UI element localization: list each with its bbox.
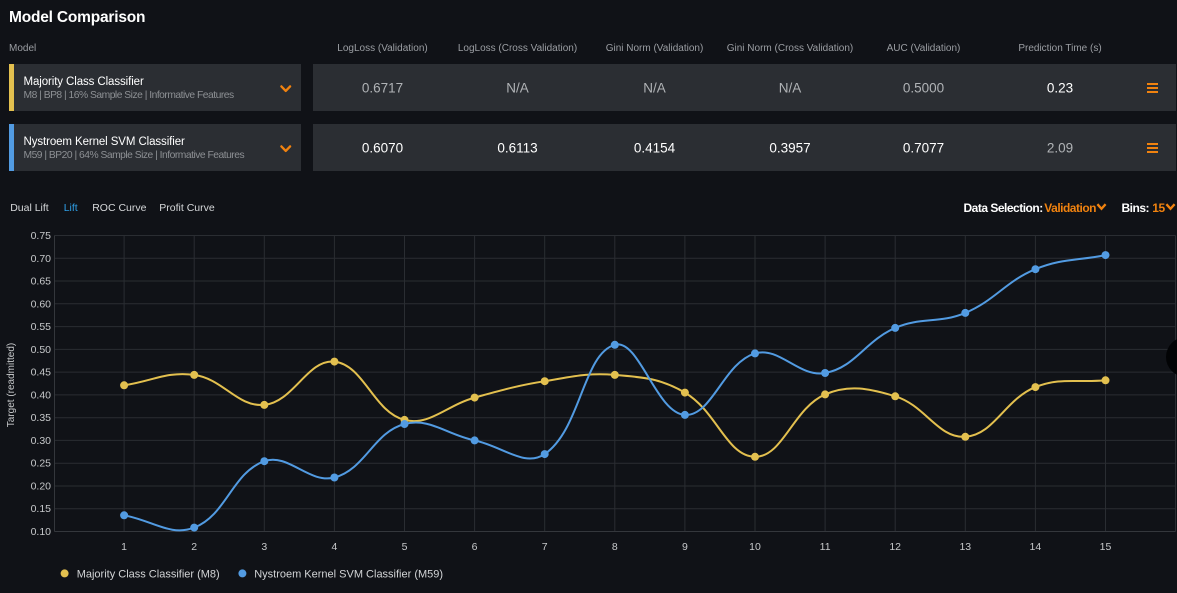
svg-text:4: 4 bbox=[331, 541, 337, 553]
svg-text:3: 3 bbox=[261, 541, 267, 553]
svg-text:0.60: 0.60 bbox=[31, 298, 52, 310]
svg-text:0.75: 0.75 bbox=[31, 230, 52, 242]
svg-text:2: 2 bbox=[191, 541, 197, 553]
svg-text:0.15: 0.15 bbox=[31, 503, 52, 515]
svg-text:0.70: 0.70 bbox=[31, 253, 52, 265]
svg-text:9: 9 bbox=[682, 541, 688, 553]
svg-text:1: 1 bbox=[121, 541, 127, 553]
svg-text:0.45: 0.45 bbox=[31, 367, 52, 379]
svg-text:11: 11 bbox=[820, 541, 831, 553]
svg-text:Nystroem Kernel SVM Classifier: Nystroem Kernel SVM Classifier (M59) bbox=[254, 568, 443, 580]
svg-text:10: 10 bbox=[749, 541, 761, 553]
svg-text:0.65: 0.65 bbox=[31, 276, 52, 288]
svg-text:6: 6 bbox=[472, 541, 478, 553]
svg-text:12: 12 bbox=[889, 541, 901, 553]
svg-text:0.55: 0.55 bbox=[31, 321, 52, 333]
svg-text:0.10: 0.10 bbox=[31, 526, 52, 538]
svg-text:13: 13 bbox=[959, 541, 971, 553]
svg-text:Target (readmitted): Target (readmitted) bbox=[6, 343, 17, 427]
svg-text:14: 14 bbox=[1030, 541, 1042, 553]
svg-text:0.40: 0.40 bbox=[31, 389, 52, 401]
svg-text:8: 8 bbox=[612, 541, 618, 553]
svg-text:0.25: 0.25 bbox=[31, 458, 52, 470]
svg-text:5: 5 bbox=[402, 541, 408, 553]
svg-text:7: 7 bbox=[542, 541, 548, 553]
svg-text:0.50: 0.50 bbox=[31, 344, 52, 356]
svg-text:15: 15 bbox=[1100, 541, 1112, 553]
svg-text:0.30: 0.30 bbox=[31, 435, 52, 447]
svg-text:0.35: 0.35 bbox=[31, 412, 52, 424]
svg-text:0.20: 0.20 bbox=[31, 481, 52, 493]
svg-text:Majority Class Classifier (M8): Majority Class Classifier (M8) bbox=[77, 568, 220, 580]
